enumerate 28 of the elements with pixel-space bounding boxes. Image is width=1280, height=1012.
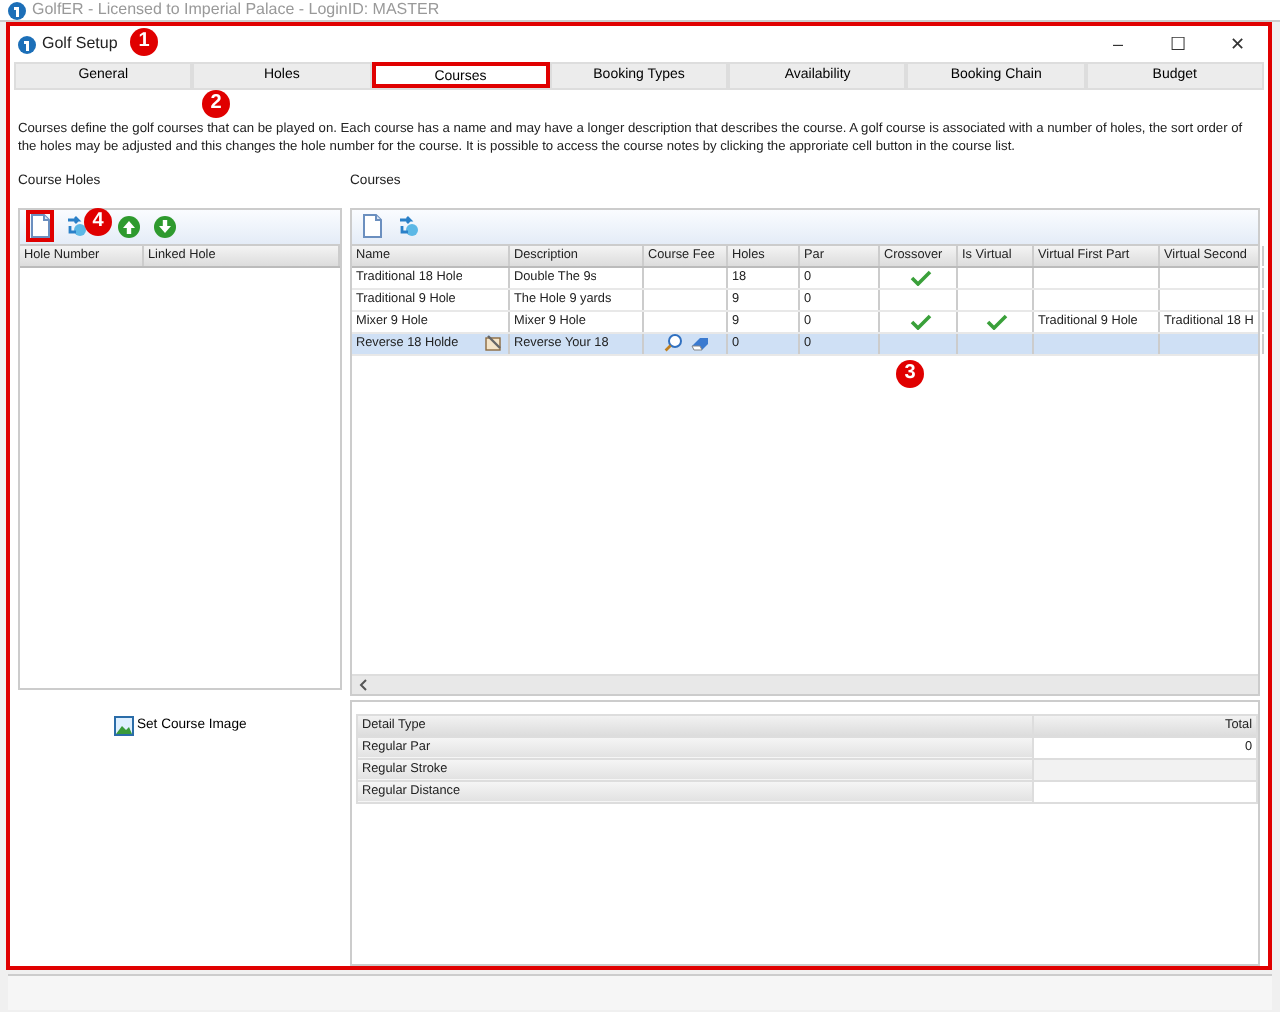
notes-icon — [484, 334, 502, 353]
check-icon — [986, 313, 1008, 330]
marker-badge: 3 — [896, 359, 924, 388]
marker-badge: 2 — [202, 90, 230, 118]
marker-badge: 1 — [130, 28, 158, 56]
link-arrows-icon — [64, 214, 88, 239]
down-button[interactable] — [150, 211, 180, 242]
new-document-icon — [30, 214, 50, 239]
maximize-button[interactable]: ☐ — [1148, 33, 1208, 55]
new-button[interactable] — [26, 210, 54, 243]
dialog-title: Golf Setup — [42, 34, 118, 54]
check-icon — [909, 313, 931, 330]
app-logo-icon — [18, 35, 36, 53]
close-button[interactable]: ✕ — [1208, 33, 1268, 55]
up-button[interactable] — [114, 211, 144, 242]
check-icon — [909, 269, 931, 286]
app-window-title: GolfER - Licensed to Imperial Palace - LoginID: MASTER — [32, 0, 440, 20]
image-icon — [113, 715, 134, 736]
new-document-icon — [362, 214, 382, 239]
new-button[interactable] — [358, 210, 386, 243]
down-arrow-icon — [154, 215, 176, 238]
magnifier-icon — [664, 334, 682, 353]
link-arrows-icon — [396, 214, 420, 239]
scroll-left-icon — [358, 677, 368, 692]
minimize-button[interactable]: – — [1088, 33, 1148, 55]
eraser-icon — [690, 335, 710, 352]
marker-badge: 4 — [84, 207, 112, 236]
up-arrow-icon — [118, 215, 140, 238]
